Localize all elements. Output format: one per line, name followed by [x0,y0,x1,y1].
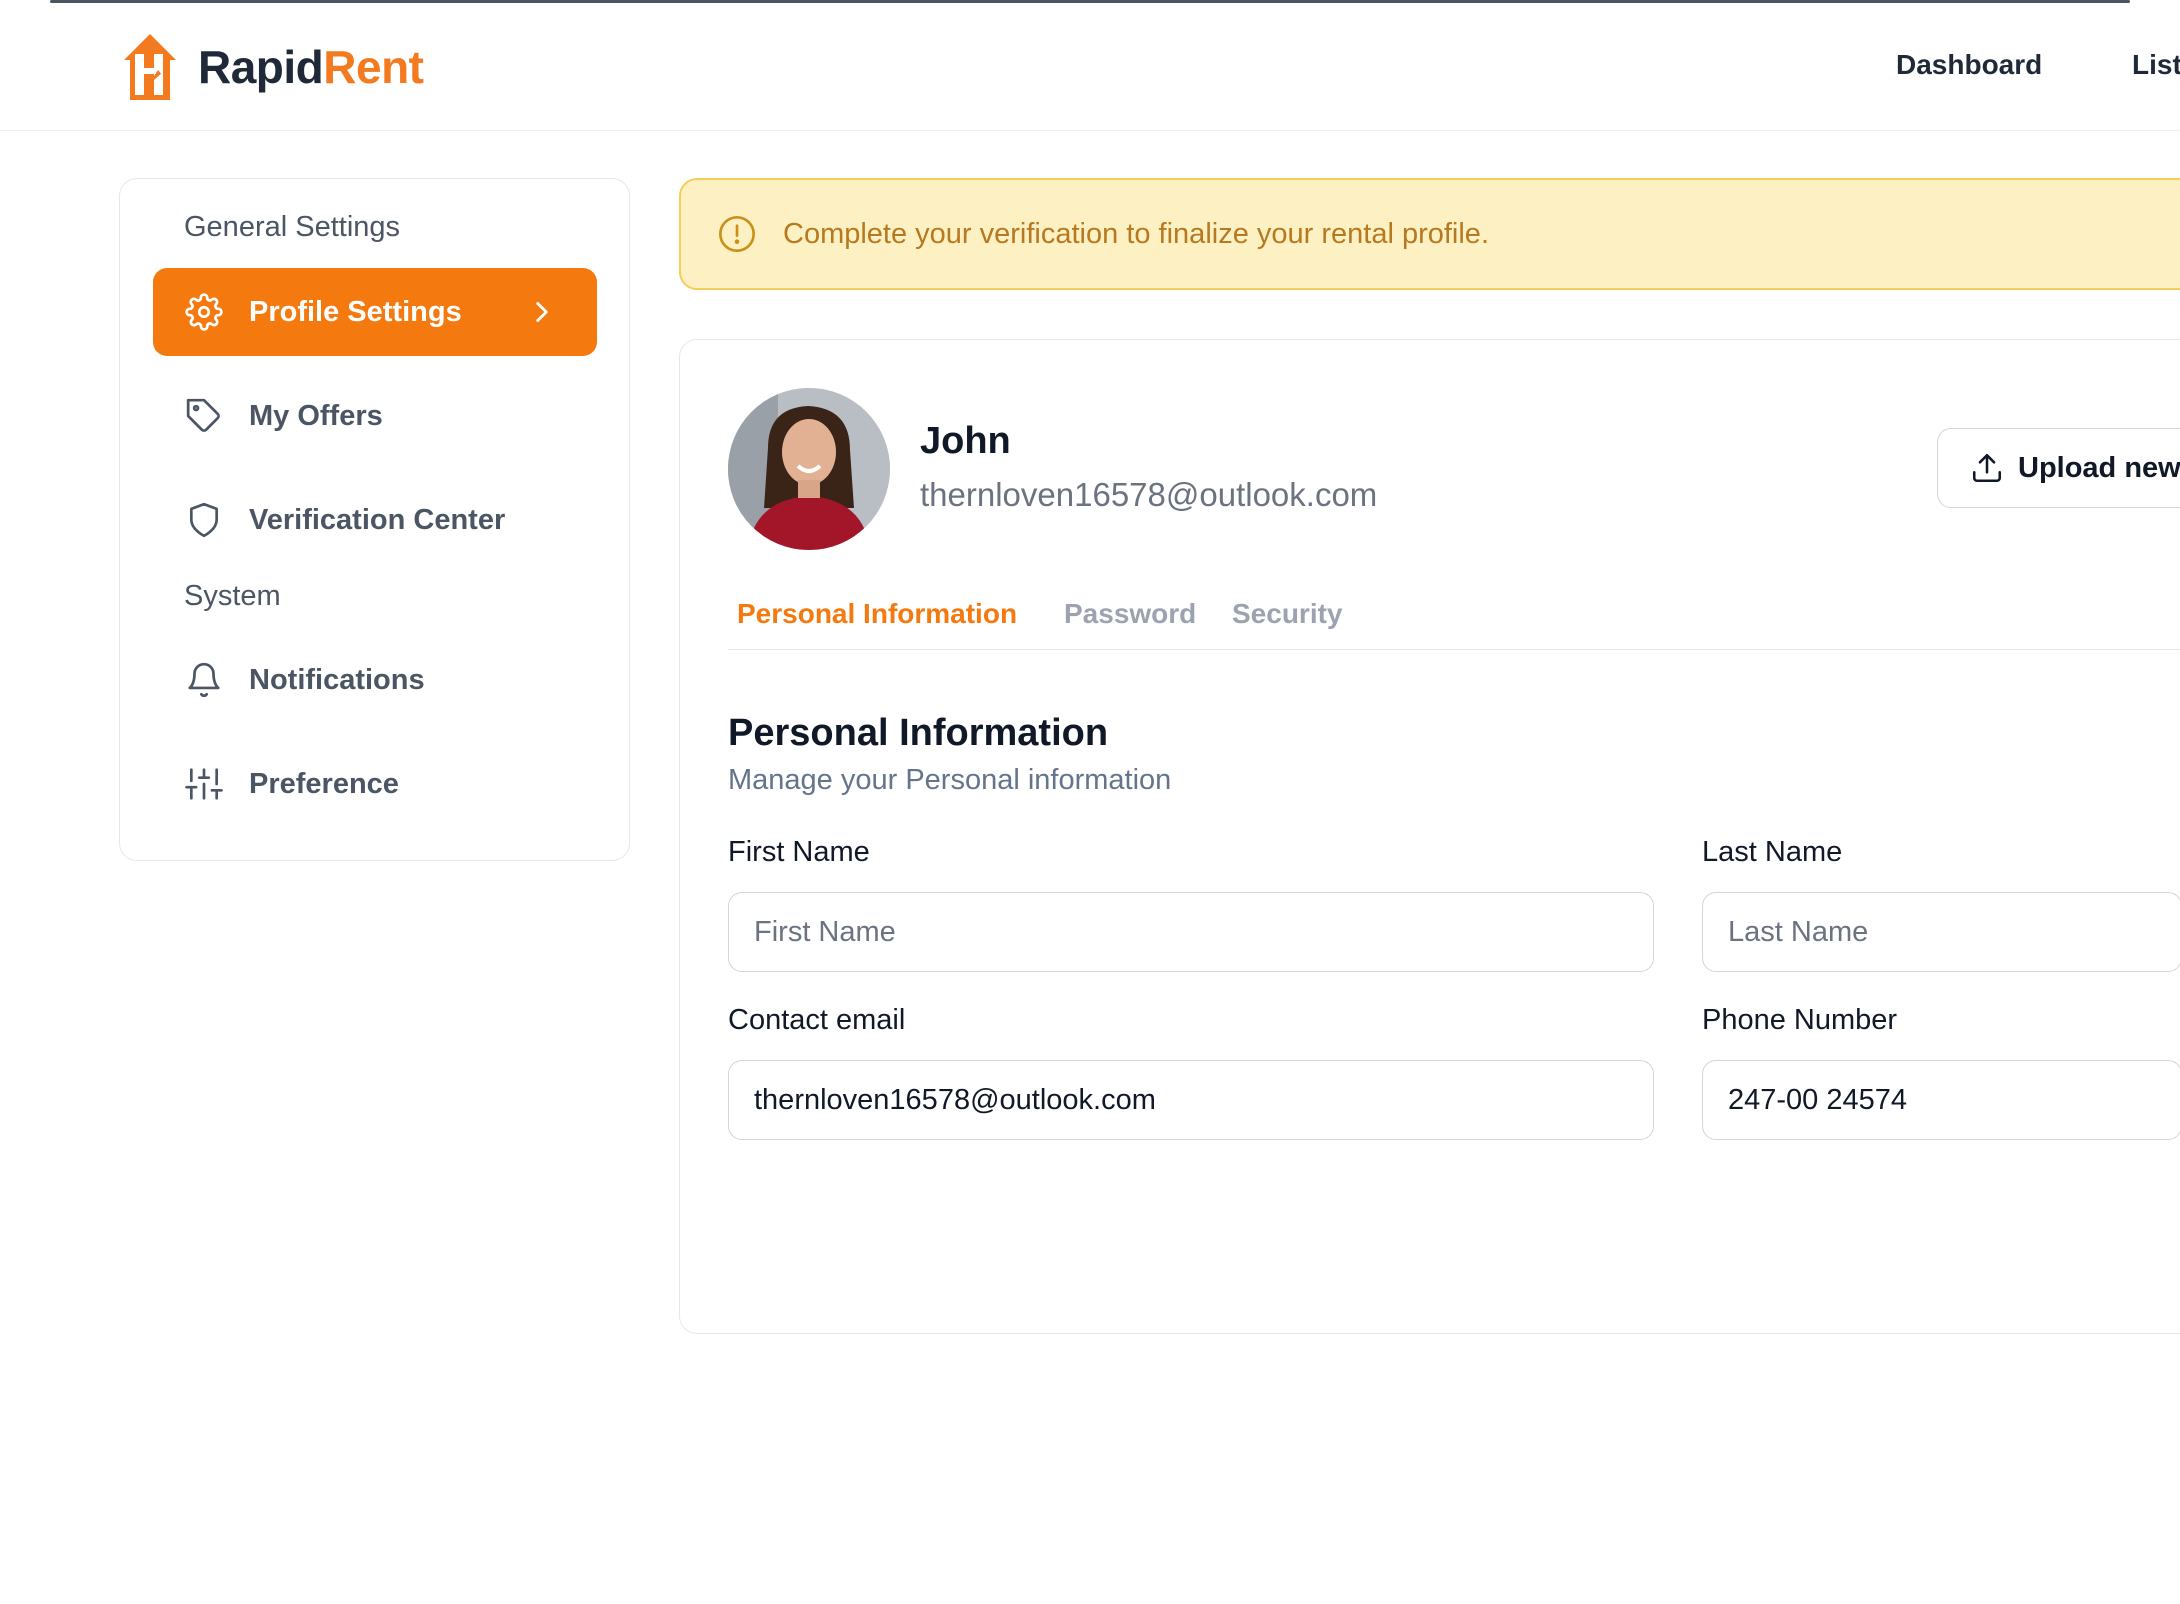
chevron-right-icon [536,302,548,322]
section-subtitle: Manage your Personal information [728,764,1172,796]
section-system: System [184,580,281,612]
logo[interactable]: RapidRent [118,30,424,104]
tag-icon [185,397,223,435]
sidebar-item-notifications[interactable]: Notifications [153,636,597,724]
profile-photo [728,388,890,550]
nav-list[interactable]: List [2132,49,2180,81]
profile-card: John thernloven16578@outlook.com Upload … [679,339,2180,1334]
upload-photo-button[interactable]: Upload new [1937,428,2180,508]
sliders-icon [185,765,223,803]
sidebar-item-my-offers[interactable]: My Offers [153,372,597,460]
bell-icon [185,661,223,699]
sidebar-item-verification-center[interactable]: Verification Center [153,476,597,564]
contact-email-input[interactable] [728,1060,1654,1140]
rapidrent-logo-icon [124,34,176,100]
phone-number-input[interactable] [1702,1060,2180,1140]
section-general-settings: General Settings [184,211,401,243]
logo-text: RapidRent [198,41,424,93]
sidebar-item-label: My Offers [249,399,383,432]
upload-icon [1972,453,2002,483]
alert-circle-icon [719,216,755,252]
sidebar-item-profile-settings[interactable]: Profile Settings [153,268,597,356]
contact-email-label: Contact email [728,1004,906,1036]
shield-icon [185,501,223,539]
tab-password[interactable]: Password [1064,598,1196,630]
sidebar-item-label: Profile Settings [249,295,462,328]
settings-sidebar: General Settings Profile Settings My Off… [119,178,630,861]
first-name-input[interactable] [728,892,1654,972]
tab-personal-information[interactable]: Personal Information [737,598,1017,630]
sidebar-item-label: Verification Center [249,503,506,536]
verification-alert: Complete your verification to finalize y… [679,178,2180,290]
upload-label: Upload new [2018,451,2180,484]
profile-email: thernloven16578@outlook.com [920,476,1378,513]
sidebar-item-preference[interactable]: Preference [153,740,597,828]
sidebar-item-label: Notifications [249,663,425,696]
profile-tabs: Personal Information Password Security [728,598,2180,650]
last-name-label: Last Name [1702,836,1843,868]
section-title: Personal Information [728,712,1109,754]
phone-number-label: Phone Number [1702,1004,1898,1036]
sidebar-item-label: Preference [249,767,399,800]
nav-dashboard[interactable]: Dashboard [1896,49,2042,81]
gear-icon [185,293,223,331]
last-name-input[interactable] [1702,892,2180,972]
first-name-label: First Name [728,836,870,868]
profile-name: John [920,420,1011,462]
avatar[interactable] [728,388,890,550]
top-header: RapidRent Dashboard List [0,3,2180,131]
alert-text: Complete your verification to finalize y… [783,217,1489,250]
tab-security[interactable]: Security [1232,598,1343,630]
